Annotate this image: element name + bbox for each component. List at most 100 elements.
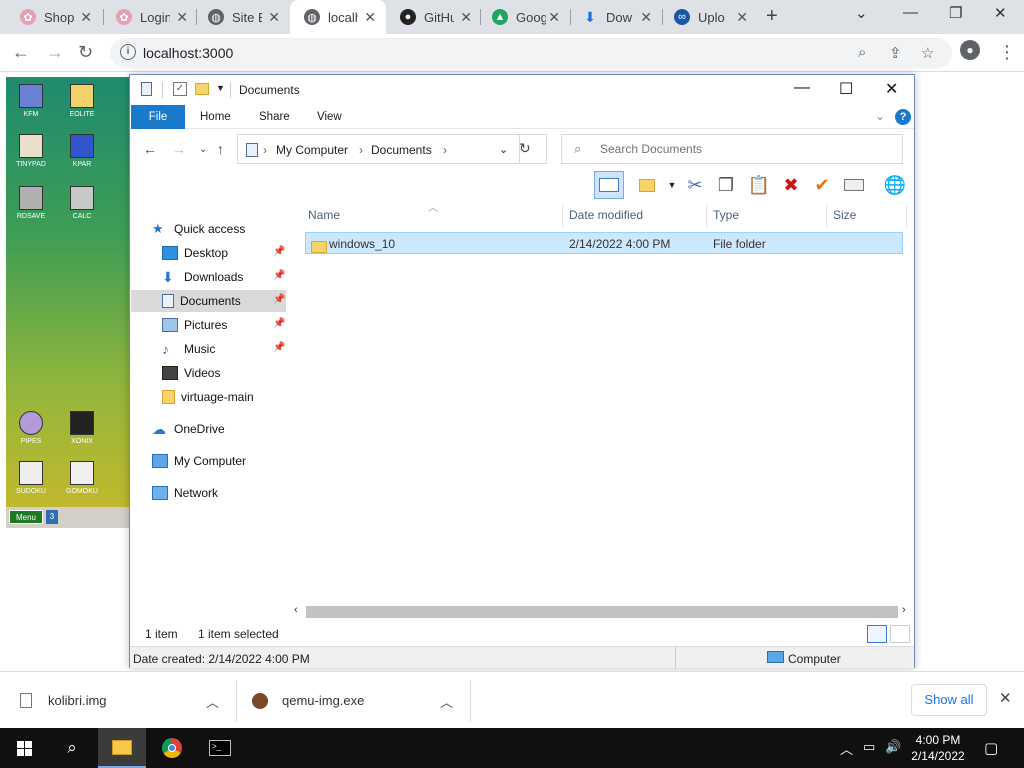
minimize-button[interactable]: — [794,79,810,97]
search-box[interactable]: ⌕ [561,134,903,164]
preview-pane-icon[interactable] [594,171,624,199]
download-item-qemu[interactable]: qemu-img.exe ︿ [252,672,462,729]
delete-icon[interactable]: ✖ [776,171,806,199]
properties-icon[interactable] [839,171,869,199]
column-separator[interactable] [826,205,827,227]
address-bar[interactable]: i localhost:3000 ⌕ ⇪ ☆ [110,38,952,68]
up-arrow-icon[interactable]: ↑ [217,141,224,157]
close-tab-icon[interactable]: ✕ [640,9,652,26]
close-button[interactable]: ✕ [885,79,898,99]
close-tab-icon[interactable]: ✕ [80,9,92,26]
chrome-menu-icon[interactable]: ⋮ [998,42,1016,63]
nav-network[interactable]: Network [152,482,218,504]
help-button[interactable]: ? [895,109,911,125]
nav-videos[interactable]: Videos [162,362,220,384]
chevron-up-icon[interactable]: ︿ [206,692,219,711]
browser-tab-downloads[interactable]: ⬇ Dow ✕ [568,0,662,34]
refresh-icon[interactable]: ↻ [519,140,531,157]
recent-locations-chevron-icon[interactable]: ⌄ [199,144,207,155]
browser-tab-google-drive[interactable]: ▲ Goog ✕ [478,0,570,34]
profile-avatar-icon[interactable]: ● [960,40,980,60]
horizontal-scrollbar[interactable]: ‹ › [292,604,914,619]
forward-arrow-icon[interactable]: → [172,141,186,157]
show-hidden-icons-chevron-icon[interactable]: ︿ [840,739,853,758]
rename-check-icon[interactable]: ✔ [807,171,837,199]
network-icon[interactable]: ▭ [863,739,875,755]
pin-icon[interactable]: 📌 [273,318,285,329]
desktop-icon-gomoku[interactable]: GOMOKU [60,461,104,495]
desktop-icon-pipes[interactable]: PIPES [9,411,53,445]
column-size[interactable]: Size [833,208,856,222]
back-arrow-icon[interactable]: ← [12,42,30,63]
search-input[interactable] [600,142,880,156]
browser-tab-upload[interactable]: ∞ Uplo ✕ [660,0,758,34]
column-separator[interactable] [706,205,707,227]
browser-tab-site[interactable]: ◍ Site B ✕ [194,0,290,34]
cut-icon[interactable]: ✂ [680,171,710,199]
desktop-icon-eolite[interactable]: EOLITE [60,84,104,118]
nav-quick-access[interactable]: ★ Quick access [152,218,245,240]
back-arrow-icon[interactable]: ← [143,141,157,157]
column-type[interactable]: Type [713,208,739,222]
nav-downloads[interactable]: ⬇ Downloads [162,266,288,288]
column-separator[interactable] [562,205,563,227]
nav-my-computer[interactable]: My Computer [152,450,246,472]
desktop-icon-calc[interactable]: CALC [60,186,104,220]
file-row[interactable]: windows_10 2/14/2022 4:00 PM File folder [305,232,903,254]
minimize-window-button[interactable]: — [903,4,918,21]
large-icons-view-icon[interactable] [890,625,910,643]
tab-share[interactable]: Share [259,105,290,129]
scrollbar-thumb[interactable] [306,606,898,618]
close-shelf-icon[interactable]: ✕ [999,689,1012,707]
properties-check-icon[interactable]: ✓ [173,82,187,96]
tab-search-chevron-icon[interactable]: ⌄ [855,4,868,22]
nav-pictures[interactable]: Pictures [162,314,288,336]
volume-icon[interactable]: 🔊 [885,739,901,755]
desktop-icon-tinypad[interactable]: TINYPAD [9,134,53,168]
copy-icon[interactable]: ❐ [711,171,741,199]
close-tab-icon[interactable]: ✕ [364,9,376,26]
close-tab-icon[interactable]: ✕ [548,9,560,26]
zoom-icon[interactable]: ⌕ [858,44,866,61]
globe-icon[interactable]: 🌐 [880,171,910,199]
desktop-icon-sudoku[interactable]: SUDOKU [9,461,53,495]
kolibri-menu-button[interactable]: Menu [9,510,43,524]
column-separator[interactable] [906,205,907,227]
tab-file[interactable]: File [131,105,185,129]
breadcrumb-documents[interactable]: Documents [371,143,432,157]
close-tab-icon[interactable]: ✕ [460,9,472,26]
breadcrumb-separator-icon[interactable]: › [443,143,447,157]
desktop-icon-kfm[interactable]: KFM [9,84,53,118]
forward-arrow-icon[interactable]: → [46,42,64,63]
column-date-modified[interactable]: Date modified [569,208,643,222]
breadcrumb-my-computer[interactable]: My Computer [276,143,348,157]
start-windows-icon[interactable] [0,728,48,768]
scroll-right-icon[interactable]: › [902,604,906,616]
new-tab-button[interactable]: + [766,5,778,28]
expand-ribbon-chevron-icon[interactable]: ⌄ [875,109,885,123]
desktop-icon-rdsave[interactable]: RDSAVE [9,186,53,220]
nav-documents[interactable]: Documents [131,290,286,312]
chrome-taskbar-icon[interactable] [148,728,196,768]
browser-tab-shop[interactable]: ✿ Shop ✕ [6,0,102,34]
breadcrumb-separator-icon[interactable]: › [359,143,363,157]
pin-icon[interactable]: 📌 [273,270,285,281]
desktop-icon-xonix[interactable]: XONIX [60,411,104,445]
bookmark-star-icon[interactable]: ☆ [921,44,934,62]
notifications-icon[interactable]: ▢ [984,739,998,757]
close-tab-icon[interactable]: ✕ [176,9,188,26]
tab-view[interactable]: View [317,105,342,129]
chevron-up-icon[interactable]: ︿ [440,692,453,711]
path-dropdown-chevron-icon[interactable]: ⌄ [499,143,508,156]
reload-icon[interactable]: ↻ [78,42,93,63]
show-all-button[interactable]: Show all [911,684,987,716]
details-view-icon[interactable] [867,625,887,643]
nav-desktop[interactable]: Desktop [162,242,288,264]
restore-window-button[interactable]: ❐ [949,4,962,22]
desktop-icon-kpar[interactable]: KPAR [60,134,104,168]
path-bar[interactable]: › My Computer › Documents › ⌄ [237,134,547,164]
browser-tab-localhost[interactable]: ◍ localh ✕ [290,0,386,34]
browser-tab-github[interactable]: ● GitHu ✕ [386,0,482,34]
tab-home[interactable]: Home [200,105,231,129]
taskbar-clock[interactable]: 4:00 PM 2/14/2022 [906,732,970,764]
